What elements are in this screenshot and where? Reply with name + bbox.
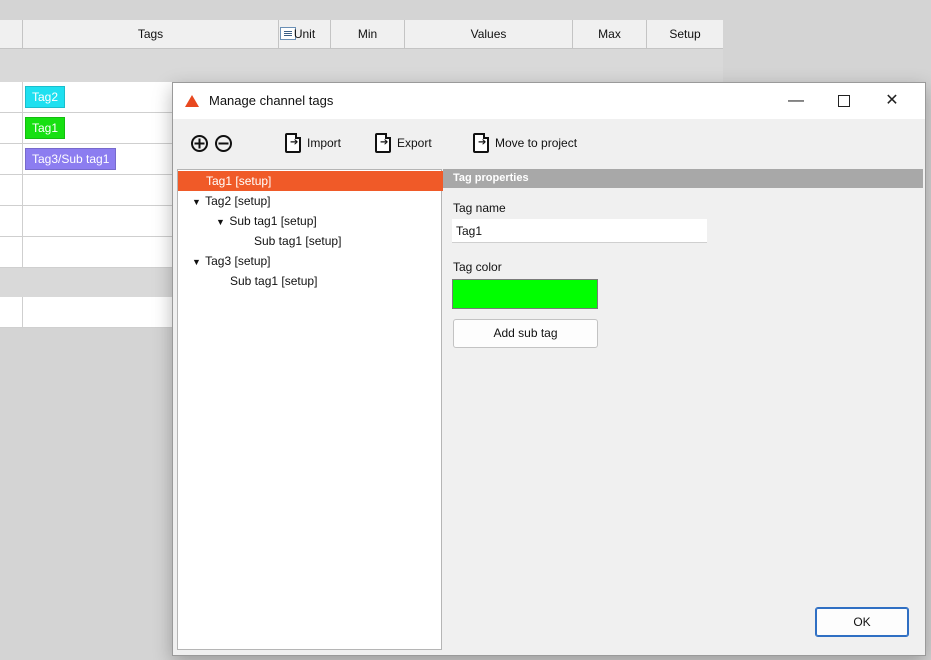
add-sub-tag-button[interactable]: Add sub tag [453, 319, 598, 348]
expand-arrow-icon[interactable]: ▼ [216, 212, 226, 232]
group-row[interactable] [0, 49, 723, 83]
table-header: Tags Unit Min Values Max Setup [0, 20, 723, 49]
tree-item-tag1[interactable]: Tag1 [setup] [178, 171, 469, 191]
move-doc-icon: ➔ [473, 133, 489, 153]
dialog-titlebar[interactable]: Manage channel tags — ✕ [173, 83, 925, 119]
ok-button[interactable]: OK [815, 607, 909, 637]
move-to-project-button[interactable]: ➔ Move to project [473, 132, 577, 154]
tag-chip[interactable]: Tag3/Sub tag1 [25, 148, 117, 170]
tree-item-label: Sub tag1 [setup] [229, 214, 317, 228]
remove-tag-button[interactable]: ⊖ [215, 135, 232, 152]
tag-name-input[interactable] [452, 219, 707, 243]
column-tags-label: Tags [137, 27, 164, 41]
header-blank [0, 20, 22, 48]
column-max[interactable]: Max [572, 20, 646, 48]
tree-item-label: Tag1 [setup] [206, 174, 272, 188]
tag-name-label: Tag name [453, 201, 506, 215]
export-label: Export [397, 136, 432, 150]
plus-icon [194, 138, 205, 149]
expand-arrow-icon[interactable]: ▼ [192, 192, 202, 212]
tree-item-label: Tag2 [setup] [205, 194, 271, 208]
minus-icon [218, 142, 229, 145]
maximize-icon [838, 94, 850, 107]
app-logo-icon [185, 95, 199, 107]
tag-tree[interactable]: Tag1 [setup] ▼ Tag2 [setup] ▼ Sub tag1 [… [177, 169, 469, 650]
dialog-title: Manage channel tags [209, 93, 334, 108]
close-button[interactable]: ✕ [869, 83, 915, 119]
column-unit[interactable]: Unit [278, 20, 330, 48]
column-min[interactable]: Min [330, 20, 404, 48]
tag-color-swatch[interactable] [452, 279, 598, 309]
export-doc-icon: ➔ [375, 133, 391, 153]
expand-arrow-icon[interactable]: ▼ [192, 252, 202, 272]
properties-header: Tag properties [443, 169, 923, 188]
column-values[interactable]: Values [404, 20, 572, 48]
tree-item-tag2[interactable]: ▼ Tag2 [setup] [178, 191, 455, 211]
add-tag-button[interactable]: ⊕ [191, 135, 208, 152]
manage-tags-dialog: Manage channel tags — ✕ ⊕ ⊖ ➔ Import ➔ E… [172, 82, 926, 656]
tag-properties-panel: Tag properties Tag name Tag color Add su… [443, 169, 923, 650]
export-button[interactable]: ➔ Export [375, 132, 432, 154]
import-label: Import [307, 136, 342, 150]
column-tags[interactable]: Tags [22, 20, 296, 48]
tag-color-label: Tag color [453, 260, 502, 274]
tree-item-tag3[interactable]: ▼ Tag3 [setup] [178, 251, 455, 271]
import-button[interactable]: ➔ Import [285, 132, 341, 154]
minimize-button[interactable]: — [773, 83, 819, 119]
import-doc-icon: ➔ [285, 133, 301, 153]
tag-chip[interactable]: Tag1 [25, 117, 66, 139]
move-to-project-label: Move to project [495, 136, 578, 150]
tree-item-tag2-subtag1[interactable]: ▼ Sub tag1 [setup] [178, 211, 479, 231]
tree-item-label: Tag3 [setup] [205, 254, 271, 268]
tree-item-label: Sub tag1 [setup] [230, 274, 318, 288]
tag-chip[interactable]: Tag2 [25, 86, 66, 108]
tree-item-label: Sub tag1 [setup] [254, 234, 342, 248]
column-setup[interactable]: Setup [646, 20, 723, 48]
maximize-button[interactable] [821, 83, 867, 119]
dialog-toolbar: ⊕ ⊖ ➔ Import ➔ Export ➔ Move to project [173, 119, 925, 167]
